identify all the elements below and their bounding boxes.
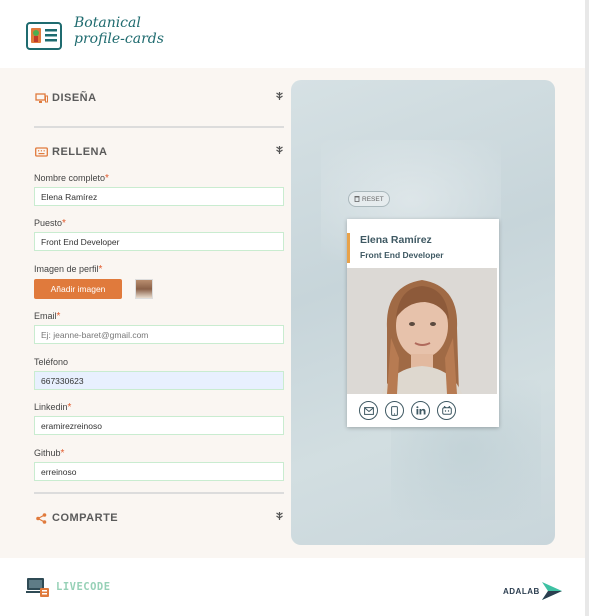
app-footer: LIVECODE ADALAB xyxy=(0,558,585,616)
phone-label: Teléfono xyxy=(34,357,68,367)
github-icon[interactable] xyxy=(437,401,456,420)
phone-label-text: Teléfono xyxy=(34,357,69,367)
email-input[interactable] xyxy=(34,325,284,344)
name-label-text: Nombre completo xyxy=(34,173,106,183)
image-label: Imagen de perfil* xyxy=(34,264,102,275)
required-mark: * xyxy=(62,218,66,229)
required-mark: * xyxy=(98,264,103,275)
section-fill-header[interactable]: RELLENA xyxy=(34,142,284,162)
mail-icon[interactable] xyxy=(359,401,378,420)
email-label-text: Email xyxy=(34,311,57,321)
profile-card: Elena Ramírez Front End Developer xyxy=(347,219,499,427)
trash-icon xyxy=(354,195,360,204)
job-label: Puesto* xyxy=(34,218,66,229)
reset-button[interactable]: RESET xyxy=(348,191,390,207)
card-preview-panel: RESET Elena Ramírez Front End Developer xyxy=(291,80,555,545)
card-job: Front End Developer xyxy=(360,250,444,260)
section-share-header[interactable]: COMPARTE xyxy=(34,508,284,528)
leaf-chevron-icon[interactable] xyxy=(275,511,284,524)
name-label: Nombre completo* xyxy=(34,173,109,184)
linkedin-input[interactable] xyxy=(34,416,284,435)
linkedin-label: Linkedin* xyxy=(34,402,71,413)
logo-line-1: Botanical xyxy=(74,15,141,31)
image-label-text: Imagen de perfil xyxy=(34,264,99,274)
required-mark: * xyxy=(105,173,109,184)
linkedin-label-text: Linkedin xyxy=(34,402,68,412)
window-edge xyxy=(585,0,589,616)
logo-line-2: profile-cards xyxy=(74,31,164,47)
email-label: Email* xyxy=(34,311,60,322)
share-icon xyxy=(34,512,48,524)
required-mark: * xyxy=(60,448,65,459)
main-area: DISEÑA RELLENA Nombre completo* Puesto* … xyxy=(0,68,585,558)
reset-label: RESET xyxy=(362,195,384,203)
job-label-text: Puesto xyxy=(34,218,63,228)
livecode-logo-text: LIVECODE xyxy=(56,581,111,593)
section-design-header[interactable]: DISEÑA xyxy=(34,88,284,108)
adalab-logo[interactable]: ADALAB xyxy=(503,580,564,602)
section-share-title: COMPARTE xyxy=(52,512,119,524)
add-image-button[interactable]: Añadir imagen xyxy=(34,279,122,299)
app-logo-text[interactable]: Botanical profile-cards xyxy=(74,15,164,47)
name-input[interactable] xyxy=(34,187,284,206)
keyboard-icon xyxy=(34,146,48,158)
section-divider xyxy=(34,126,284,128)
adalab-arrow-icon xyxy=(541,582,562,600)
github-label: Github* xyxy=(34,448,64,459)
laptop-code-icon xyxy=(26,576,50,598)
phone-icon[interactable] xyxy=(385,401,404,420)
linkedin-icon[interactable] xyxy=(411,401,430,420)
app-header: Botanical profile-cards xyxy=(0,0,585,68)
card-accent-bar xyxy=(347,233,350,263)
profile-image-thumbnail xyxy=(135,279,153,299)
card-social-links xyxy=(359,401,456,420)
section-fill-title: RELLENA xyxy=(52,146,108,158)
section-divider xyxy=(34,492,284,494)
monitor-icon xyxy=(34,92,48,104)
leaf-chevron-icon[interactable] xyxy=(275,91,284,104)
required-mark: * xyxy=(56,311,61,322)
required-mark: * xyxy=(67,402,72,413)
card-name: Elena Ramírez xyxy=(360,234,432,246)
job-input[interactable] xyxy=(34,232,284,251)
leaf-chevron-icon[interactable] xyxy=(275,145,284,158)
phone-input[interactable] xyxy=(34,371,284,390)
section-design-title: DISEÑA xyxy=(52,92,97,104)
github-label-text: Github xyxy=(34,448,61,458)
adalab-logo-text: ADALAB xyxy=(503,586,540,596)
card-profile-photo xyxy=(347,268,497,394)
card-icon[interactable] xyxy=(26,22,62,50)
github-input[interactable] xyxy=(34,462,284,481)
